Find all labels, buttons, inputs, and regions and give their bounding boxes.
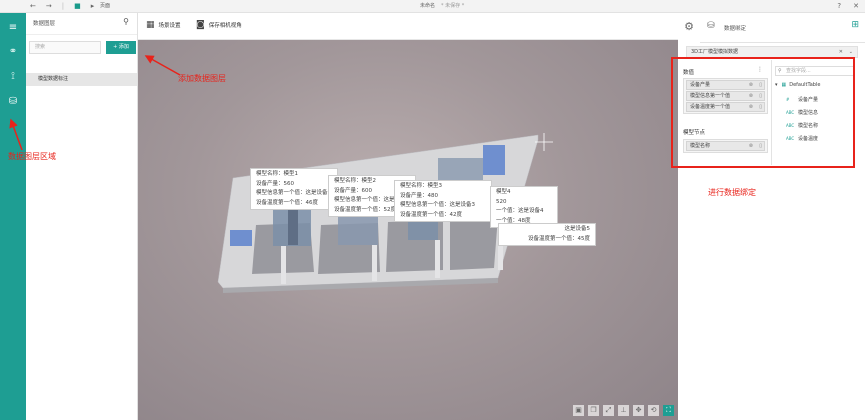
tooltip-line: 模型信息第一个值：这是设备3 — [400, 202, 476, 208]
tooltip-line: 模型名称：模型1 — [256, 171, 298, 177]
add-layer-button[interactable]: + 添加 — [106, 41, 136, 54]
layer-list-item[interactable]: 模型数据标注 — [26, 73, 137, 86]
rotate-icon[interactable]: ⟲ — [648, 405, 659, 416]
tooltip-line: 模型名称：模型3 — [400, 183, 442, 189]
help-icon[interactable]: ? — [837, 1, 841, 12]
3d-viewport[interactable]: 模型名称：模型1 设备产量：560 模型信息第一个值：这是设备1 设备温度第一个… — [138, 40, 678, 420]
select-icon[interactable]: ⛶ — [663, 405, 674, 416]
window-controls: ? ✕ — [837, 1, 859, 12]
pillar — [281, 246, 286, 284]
document-name: 未命名 — [420, 3, 436, 9]
menu-icon[interactable]: ≡ — [6, 21, 20, 35]
annotation-binding: 进行数据绑定 — [708, 188, 756, 197]
model-tooltip: 模型4 520 一个值：这是设备4 一个值：48度 — [490, 186, 558, 228]
data-flow-icon[interactable]: ⟟ — [6, 70, 20, 84]
scene-settings-button[interactable]: ▦ 场景设置 — [146, 20, 181, 30]
forward-icon[interactable]: → — [46, 1, 52, 12]
model-tooltip: 模型名称：模型1 设备产量：560 模型信息第一个值：这是设备1 设备温度第一个… — [250, 168, 338, 210]
tooltip-line: 一个值：这是设备4 — [496, 208, 544, 214]
data-binding-header: ⛁ 数据绑定 ⊞ — [700, 13, 865, 43]
breadcrumb: 页面 — [100, 3, 111, 9]
left-rail: ≡ ⚭ ⟟ ⛁ — [0, 13, 26, 420]
tooltip-line: 设备温度第一个值：45度 — [528, 235, 590, 242]
data-layer-header: 数据图层 ⚲ — [26, 13, 137, 35]
close-icon[interactable]: ✕ — [853, 1, 859, 12]
data-source-value: 3D工厂模型模拟数据 — [691, 49, 739, 55]
data-layer-icon[interactable]: ⛁ — [6, 95, 20, 109]
back-icon[interactable]: ← — [30, 1, 36, 12]
settings-gear-icon[interactable]: ⚙ — [678, 13, 700, 43]
save-view-label: 保存相机视角 — [208, 23, 242, 29]
factory-scene — [217, 133, 553, 293]
panel-title: 数据图层 — [33, 21, 56, 27]
machinery-tower-blue — [483, 145, 505, 175]
tooltip-line: 设备温度第一个值：42度 — [400, 211, 462, 218]
machinery-block-blue — [230, 230, 252, 246]
model-tooltip: 模型名称：模型3 设备产量：480 模型信息第一个值：这是设备3 设备温度第一个… — [394, 180, 492, 222]
title-bar: ← → | ■ ▸ 页面 未命名 * 未保存 * ? ✕ — [0, 0, 865, 13]
move-icon[interactable]: ✥ — [633, 405, 644, 416]
tooltip-line: 模型4 — [496, 189, 511, 195]
database-icon: ⛁ — [707, 21, 715, 31]
collapse-panel-icon[interactable]: ⊞ — [851, 20, 859, 30]
scene-toolbar: ▦ 场景设置 ◙ 保存相机视角 — [138, 13, 678, 40]
link-icon[interactable]: ⚭ — [6, 45, 20, 59]
unsaved-indicator: * 未保存 * — [441, 3, 465, 9]
annotation-layer-area: 数据图层区域 — [8, 152, 56, 161]
annotation-add-layer: 添加数据图层 — [178, 74, 226, 83]
tooltip-line: 设备产量：560 — [256, 180, 294, 187]
cube-view-icon[interactable]: ▣ — [573, 405, 584, 416]
camera-icon: ◙ — [196, 20, 205, 30]
copy-view-icon[interactable]: ❐ — [588, 405, 599, 416]
pillar — [372, 245, 377, 281]
document-title: 未命名 * 未保存 * — [420, 0, 464, 13]
clear-icon[interactable]: ✕ — [839, 47, 843, 57]
titlebar-nav: ← → | ■ ▸ — [30, 1, 94, 12]
tooltip-line: 模型信息第一个值：这是设备1 — [256, 190, 332, 196]
pin-icon[interactable]: ⚲ — [123, 17, 129, 26]
tab-data-binding[interactable]: 数据绑定 — [724, 24, 746, 32]
model-tooltip: 这是设备5 设备温度第一个值：45度 — [498, 223, 596, 246]
save-view-button[interactable]: ◙ 保存相机视角 — [196, 20, 242, 30]
pillar — [435, 240, 440, 278]
axis-icon[interactable]: ⊥ — [618, 405, 629, 416]
tooltip-line: 设备产量：480 — [400, 192, 438, 199]
tooltip-line: 520 — [496, 198, 507, 205]
data-layer-panel: 数据图层 ⚲ 搜索 + 添加 模型数据标注 — [26, 13, 138, 420]
divider: | — [61, 2, 65, 10]
grid-icon: ▦ — [146, 20, 155, 30]
tooltip-line: 这是设备5 — [564, 226, 591, 232]
save-icon[interactable]: ■ — [74, 1, 81, 12]
binding-highlight-box — [671, 57, 855, 168]
layer-search-input[interactable]: 搜索 — [29, 41, 101, 54]
viewport-tools: ▣ ❐ ⤢ ⊥ ✥ ⟲ ⛶ — [573, 405, 674, 416]
chevron-down-icon[interactable]: ⌄ — [849, 47, 853, 57]
scene-settings-label: 场景设置 — [158, 23, 181, 29]
expand-icon[interactable]: ⤢ — [603, 405, 614, 416]
tooltip-line: 设备温度第一个值：46度 — [256, 199, 318, 206]
page-icon[interactable]: ▸ — [91, 1, 95, 12]
